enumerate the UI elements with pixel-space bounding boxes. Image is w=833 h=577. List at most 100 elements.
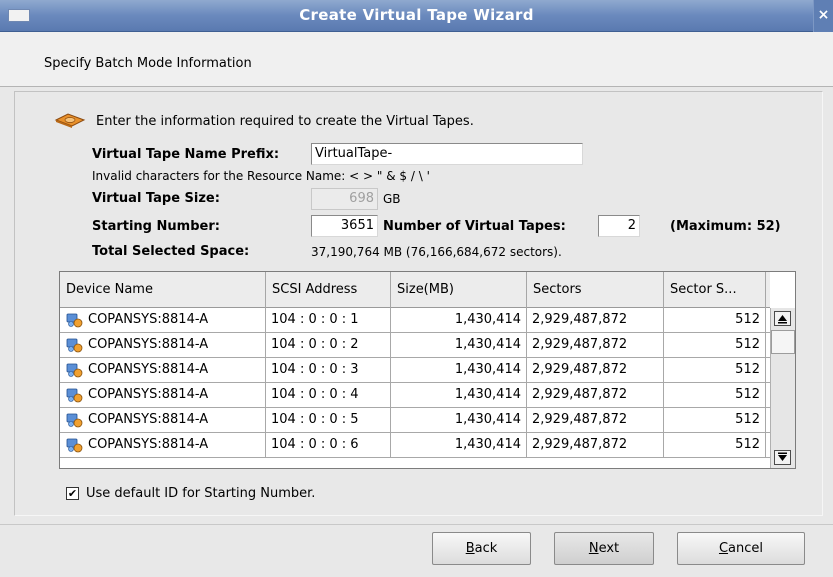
size-cell-text: 1,430,414 (454, 387, 521, 402)
size-cell: 1,430,414 (391, 383, 527, 408)
back-mnemonic: B (465, 541, 475, 556)
wizard-step-title: Specify Batch Mode Information (44, 56, 252, 71)
table-row[interactable]: COPANSYS:8814-A 104 : 0 : 0 : 3 1,430,414 2… (60, 358, 770, 383)
col-device-name[interactable]: Device Name (60, 272, 266, 308)
name-prefix-input[interactable]: VirtualTape- (311, 143, 583, 165)
col-scsi-address[interactable]: SCSI Address (266, 272, 391, 308)
sectors-cell: 2,929,487,872 (527, 308, 664, 333)
sectors-cell-text: 2,929,487,872 (532, 362, 628, 377)
sector-size-cell-text: 512 (735, 362, 760, 377)
sector-size-cell: 512 (664, 358, 766, 383)
col-sector-size[interactable]: Sector S... (664, 272, 766, 308)
vertical-scrollbar[interactable] (770, 308, 795, 468)
close-button[interactable]: × (813, 0, 833, 32)
window-title: Create Virtual Tape Wizard (299, 6, 534, 24)
sectors-cell: 2,929,487,872 (527, 358, 664, 383)
device-name-cell: COPANSYS:8814-A (60, 358, 266, 383)
device-name-cell: COPANSYS:8814-A (60, 433, 266, 458)
next-mnemonic: N (588, 541, 599, 556)
table-row[interactable]: COPANSYS:8814-A 104 : 0 : 0 : 4 1,430,414 2… (60, 383, 770, 408)
scsi-address-cell: 104 : 0 : 0 : 4 (266, 383, 391, 408)
sectors-cell: 2,929,487,872 (527, 333, 664, 358)
cancel-button[interactable]: Cancel (677, 532, 805, 565)
sectors-cell: 2,929,487,872 (527, 408, 664, 433)
tape-size-label: Virtual Tape Size: (92, 191, 220, 206)
intro-text: Enter the information required to create… (96, 114, 474, 129)
device-name-cell-text: COPANSYS:8814-A (88, 412, 209, 427)
sectors-cell-text: 2,929,487,872 (532, 412, 628, 427)
scsi-address-cell-text: 104 : 0 : 0 : 1 (271, 312, 359, 327)
sectors-cell-text: 2,929,487,872 (532, 387, 628, 402)
device-name-cell: COPANSYS:8814-A (60, 333, 266, 358)
sector-size-cell: 512 (664, 308, 766, 333)
arrow-up-icon (778, 315, 787, 324)
size-cell-text: 1,430,414 (454, 437, 521, 452)
sector-size-cell-text: 512 (735, 312, 760, 327)
scsi-address-cell: 104 : 0 : 0 : 3 (266, 358, 391, 383)
cancel-label: ancel (728, 541, 764, 556)
size-cell: 1,430,414 (391, 308, 527, 333)
default-id-checkbox[interactable]: ✔ (66, 487, 79, 500)
sector-size-cell-text: 512 (735, 412, 760, 427)
starting-number-input[interactable]: 3651 (311, 215, 378, 237)
scroll-down-button[interactable] (774, 450, 791, 465)
col-size[interactable]: Size(MB) (391, 272, 527, 308)
invalid-chars-note: Invalid characters for the Resource Name… (92, 169, 430, 183)
sector-size-cell-text: 512 (735, 337, 760, 352)
name-prefix-label: Virtual Tape Name Prefix: (92, 147, 280, 162)
table-row[interactable]: COPANSYS:8814-A 104 : 0 : 0 : 5 1,430,414 2… (60, 408, 770, 433)
device-icon (66, 313, 83, 328)
device-name-cell: COPANSYS:8814-A (60, 408, 266, 433)
table-row[interactable]: COPANSYS:8814-A 104 : 0 : 0 : 1 1,430,414 2… (60, 308, 770, 333)
size-cell: 1,430,414 (391, 333, 527, 358)
size-cell: 1,430,414 (391, 433, 527, 458)
size-cell: 1,430,414 (391, 408, 527, 433)
scsi-address-cell-text: 104 : 0 : 0 : 4 (271, 387, 359, 402)
scsi-address-cell-text: 104 : 0 : 0 : 2 (271, 337, 359, 352)
device-name-cell-text: COPANSYS:8814-A (88, 362, 209, 377)
sector-size-cell-text: 512 (735, 437, 760, 452)
size-cell-text: 1,430,414 (454, 362, 521, 377)
back-button[interactable]: Back (432, 532, 531, 565)
scsi-address-cell: 104 : 0 : 0 : 6 (266, 433, 391, 458)
scroll-thumb[interactable] (771, 330, 795, 354)
sectors-cell-text: 2,929,487,872 (532, 312, 628, 327)
sector-size-cell-text: 512 (735, 387, 760, 402)
scsi-address-cell: 104 : 0 : 0 : 1 (266, 308, 391, 333)
num-tapes-label: Number of Virtual Tapes: (383, 219, 566, 234)
tape-size-unit: GB (383, 192, 401, 206)
sector-size-cell: 512 (664, 433, 766, 458)
next-button[interactable]: Next (554, 532, 654, 565)
col-sectors[interactable]: Sectors (527, 272, 664, 308)
device-icon (66, 338, 83, 353)
tape-size-input: 698 (311, 188, 378, 210)
default-id-label: Use default ID for Starting Number. (86, 486, 316, 501)
table-row[interactable]: COPANSYS:8814-A 104 : 0 : 0 : 2 1,430,414 2… (60, 333, 770, 358)
total-space-label: Total Selected Space: (92, 244, 250, 259)
device-name-cell-text: COPANSYS:8814-A (88, 312, 209, 327)
scroll-up-button[interactable] (774, 311, 791, 326)
device-name-cell-text: COPANSYS:8814-A (88, 337, 209, 352)
title-bar: Create Virtual Tape Wizard × (0, 0, 833, 32)
num-tapes-input[interactable]: 2 (598, 215, 640, 237)
device-table[interactable]: Device Name SCSI Address Size(MB) Sector… (59, 271, 796, 469)
sectors-cell: 2,929,487,872 (527, 433, 664, 458)
device-icon (66, 438, 83, 453)
device-name-cell: COPANSYS:8814-A (60, 383, 266, 408)
device-name-cell-text: COPANSYS:8814-A (88, 387, 209, 402)
sector-size-cell: 512 (664, 383, 766, 408)
scsi-address-cell-text: 104 : 0 : 0 : 5 (271, 412, 359, 427)
starting-number-label: Starting Number: (92, 219, 220, 234)
size-cell-text: 1,430,414 (454, 312, 521, 327)
sector-size-cell: 512 (664, 408, 766, 433)
next-label: ext (598, 541, 620, 556)
scsi-address-cell: 104 : 0 : 0 : 5 (266, 408, 391, 433)
sectors-cell: 2,929,487,872 (527, 383, 664, 408)
table-row[interactable]: COPANSYS:8814-A 104 : 0 : 0 : 6 1,430,414 2… (60, 433, 770, 458)
table-header: Device Name SCSI Address Size(MB) Sector… (60, 272, 770, 308)
cancel-mnemonic: C (718, 541, 729, 556)
sectors-cell-text: 2,929,487,872 (532, 437, 628, 452)
device-icon (66, 363, 83, 378)
device-name-cell-text: COPANSYS:8814-A (88, 437, 209, 452)
size-cell-text: 1,430,414 (454, 337, 521, 352)
